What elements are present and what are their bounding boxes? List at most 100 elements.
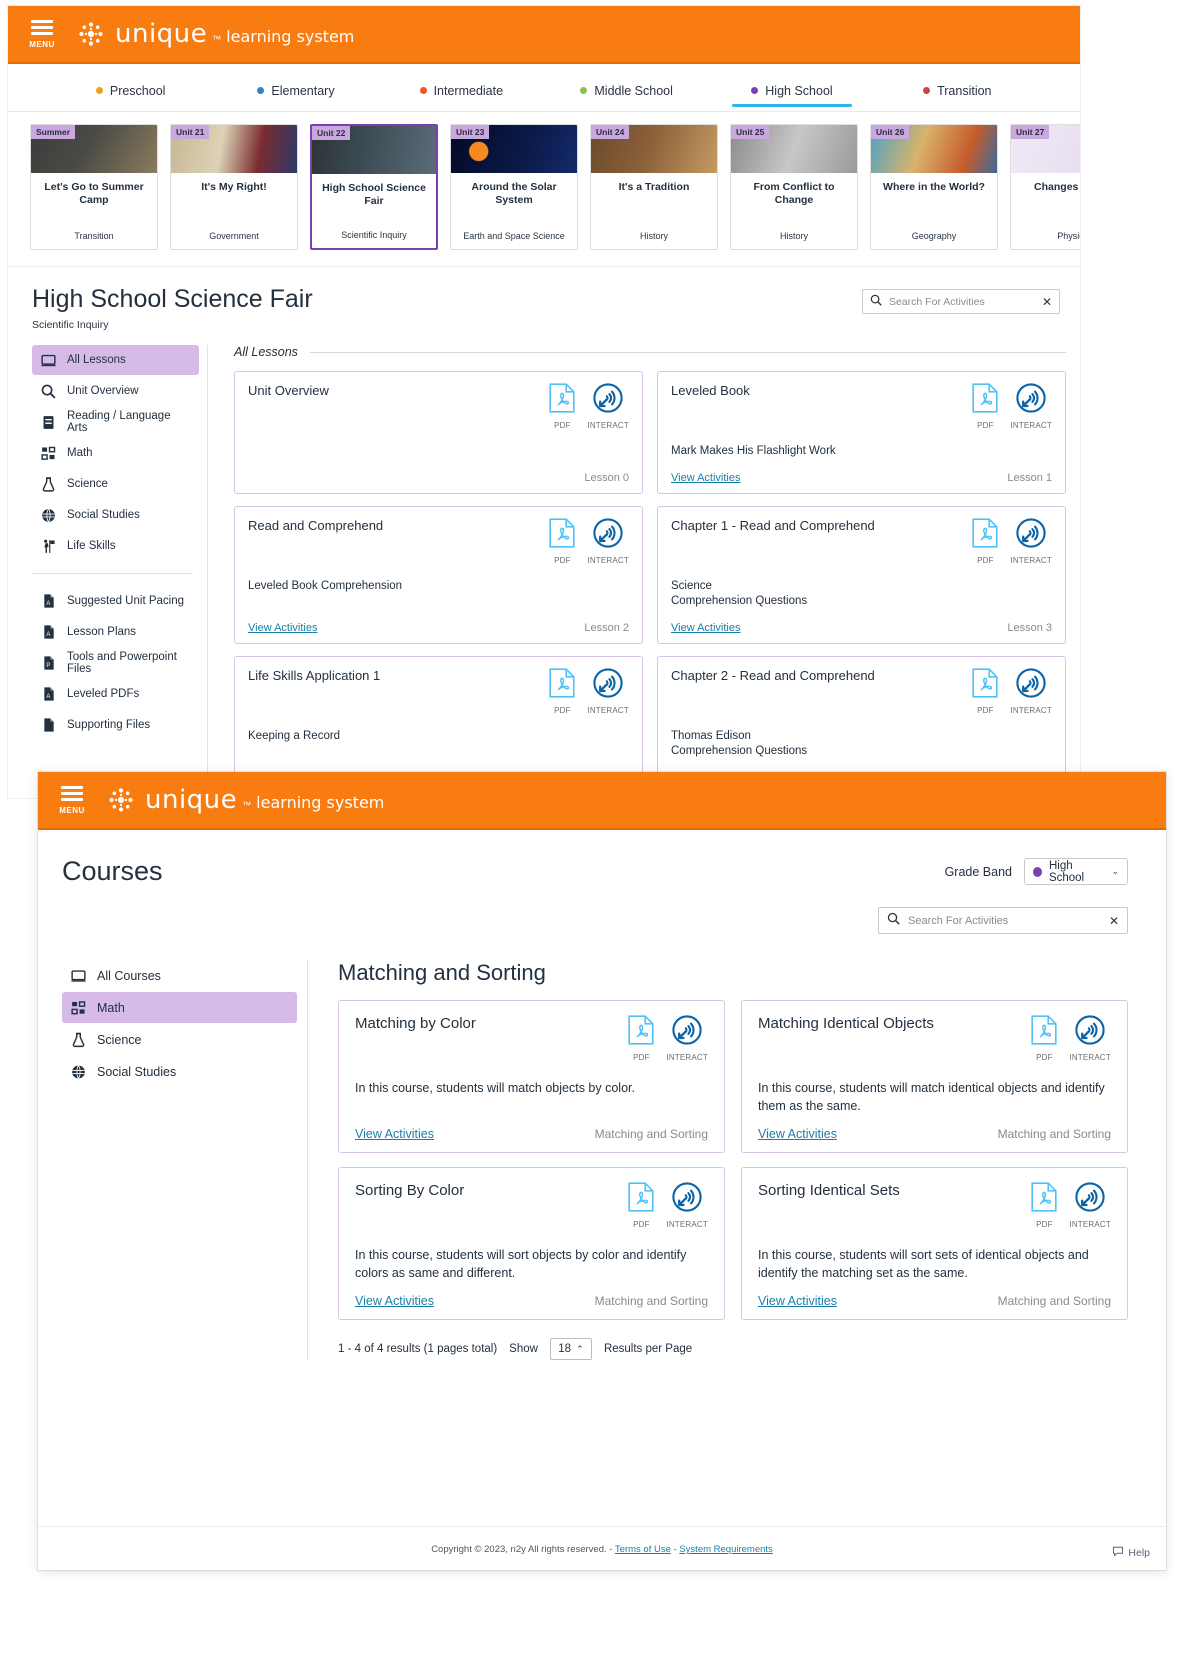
course-card[interactable]: Sorting By Color PDF INTERACT In this co… xyxy=(338,1167,725,1320)
snowflake-logo-icon xyxy=(106,785,136,815)
view-activities-link[interactable]: View Activities xyxy=(671,472,741,484)
lesson-card[interactable]: Read and Comprehend PDF INTERACT Leveled… xyxy=(234,505,643,644)
interact-button[interactable]: INTERACT xyxy=(666,1182,708,1229)
view-activities-link[interactable]: View Activities xyxy=(758,1127,837,1141)
grade-band-select[interactable]: High School ⌄ xyxy=(1024,858,1128,885)
interact-button[interactable]: INTERACT xyxy=(1010,383,1052,430)
lesson-actions: PDF INTERACT xyxy=(549,667,629,715)
grade-band-label: Grade Band xyxy=(944,864,1012,879)
interact-button[interactable]: INTERACT xyxy=(1010,517,1052,565)
sidebar-file-tools-and-powerpoint-files[interactable]: P Tools and Powerpoint Files xyxy=(32,648,199,678)
course-card[interactable]: Matching Identical Objects PDF INTERACT … xyxy=(741,1000,1128,1153)
courses-sidebar-item-all-courses[interactable]: All Courses xyxy=(62,960,297,991)
unit-title: Where in the World? xyxy=(883,181,985,193)
sidebar-item-label: Life Skills xyxy=(67,540,116,552)
svg-text:A: A xyxy=(46,632,50,638)
per-page-stepper[interactable]: 18 ⌃ xyxy=(549,1338,592,1360)
courses-sidebar-item-social-studies[interactable]: Social Studies xyxy=(62,1056,297,1087)
brand-logo[interactable]: unique ™ learning system xyxy=(76,19,354,49)
unit-card[interactable]: Unit 27 Changes to Sou Physical xyxy=(1010,124,1080,250)
sidebar-item-label: Math xyxy=(67,447,93,459)
sidebar-item-reading-language-arts[interactable]: Reading / Language Arts xyxy=(32,407,199,437)
sidebar-item-social-studies[interactable]: Social Studies xyxy=(32,500,199,530)
interact-button[interactable]: INTERACT xyxy=(666,1015,708,1062)
interact-label: INTERACT xyxy=(1010,555,1052,565)
pdf-button[interactable]: PDF xyxy=(972,667,998,715)
interact-button[interactable]: INTERACT xyxy=(1069,1015,1111,1062)
interact-button[interactable]: INTERACT xyxy=(1010,667,1052,715)
view-activities-link[interactable]: View Activities xyxy=(355,1294,434,1308)
unit-subject: Earth and Space Science xyxy=(463,231,565,241)
lesson-description: Mark Makes His Flashlight Work xyxy=(671,445,836,457)
sidebar-item-life-skills[interactable]: Life Skills xyxy=(32,531,199,561)
pdf-button[interactable]: PDF xyxy=(628,1015,654,1062)
interact-button[interactable]: INTERACT xyxy=(587,667,629,715)
unit-card[interactable]: Unit 25 From Conflict to Change History xyxy=(730,124,858,250)
sidebar-file-leveled-pdfs[interactable]: A Leveled PDFs xyxy=(32,679,199,709)
lesson-card[interactable]: Leveled Book PDF INTERACT Mark Makes His… xyxy=(657,371,1066,494)
grade-tab-elementary[interactable]: Elementary xyxy=(213,64,378,111)
course-card[interactable]: Sorting Identical Sets PDF INTERACT In t… xyxy=(741,1167,1128,1320)
brand-logo-2[interactable]: unique ™ learning system xyxy=(106,785,384,815)
terms-of-use-link[interactable]: Terms of Use xyxy=(615,1544,671,1555)
menu-button[interactable]: MENU xyxy=(16,19,68,49)
help-button[interactable]: Help xyxy=(1112,1545,1150,1560)
courses-sidebar-item-math[interactable]: Math xyxy=(62,992,297,1023)
pdf-button[interactable]: PDF xyxy=(628,1182,654,1229)
clear-search-icon[interactable]: ✕ xyxy=(1109,914,1119,928)
sidebar-item-math[interactable]: Math xyxy=(32,438,199,468)
lesson-card[interactable]: Life Skills Application 1 PDF INTERACT K… xyxy=(234,655,643,782)
lesson-card-grid: Unit Overview PDF INTERACT Lesson 0 Leve… xyxy=(234,371,1066,782)
lesson-card[interactable]: Unit Overview PDF INTERACT Lesson 0 xyxy=(234,371,643,494)
unit-card[interactable]: Unit 23 Around the Solar System Earth an… xyxy=(450,124,578,250)
clear-search-icon[interactable]: ✕ xyxy=(1042,295,1052,309)
search-bar[interactable]: ✕ xyxy=(862,289,1060,314)
pdf-button[interactable]: PDF xyxy=(1031,1015,1057,1062)
grade-tab-high-school[interactable]: High School xyxy=(709,64,874,111)
courses-search-input[interactable] xyxy=(908,914,1101,927)
unit-card[interactable]: Summer Let's Go to Summer Camp Transitio… xyxy=(30,124,158,250)
pdf-button[interactable]: PDF xyxy=(549,517,575,565)
courses-sidebar-item-science[interactable]: Science xyxy=(62,1024,297,1055)
course-card[interactable]: Matching by Color PDF INTERACT In this c… xyxy=(338,1000,725,1153)
grade-tab-label: Elementary xyxy=(271,83,335,98)
interact-button[interactable]: INTERACT xyxy=(587,517,629,565)
interact-label: INTERACT xyxy=(587,421,629,430)
grade-tab-preschool[interactable]: Preschool xyxy=(48,64,213,111)
unit-card[interactable]: Unit 26 Where in the World? Geography xyxy=(870,124,998,250)
grade-tab-intermediate[interactable]: Intermediate xyxy=(379,64,544,111)
unit-card[interactable]: Unit 22 High School Science Fair Scienti… xyxy=(310,124,438,250)
interact-button[interactable]: INTERACT xyxy=(1069,1182,1111,1229)
pdf-button[interactable]: PDF xyxy=(972,517,998,565)
interact-button[interactable]: INTERACT xyxy=(587,383,629,430)
lesson-card[interactable]: Chapter 2 - Read and Comprehend PDF INTE… xyxy=(657,655,1066,782)
view-activities-link[interactable]: View Activities xyxy=(758,1294,837,1308)
menu-button-2[interactable]: MENU xyxy=(46,785,98,815)
grade-tab-transition[interactable]: Transition xyxy=(875,64,1040,111)
sidebar-item-science[interactable]: Science xyxy=(32,469,199,499)
unit-carousel[interactable]: Summer Let's Go to Summer Camp Transitio… xyxy=(8,112,1080,267)
view-activities-link[interactable]: View Activities xyxy=(671,622,741,634)
pdf-button[interactable]: PDF xyxy=(1031,1182,1057,1229)
system-requirements-link[interactable]: System Requirements xyxy=(679,1544,772,1555)
courses-sidebar: All Courses Math Science Social Studies xyxy=(62,960,308,1360)
view-activities-link[interactable]: View Activities xyxy=(248,622,318,634)
interact-icon xyxy=(593,383,623,418)
pdf-button[interactable]: PDF xyxy=(972,383,998,430)
lesson-card[interactable]: Chapter 1 - Read and Comprehend PDF INTE… xyxy=(657,505,1066,644)
pdf-button[interactable]: PDF xyxy=(549,667,575,715)
unit-card[interactable]: Unit 21 It's My Right! Government xyxy=(170,124,298,250)
sidebar-item-unit-overview[interactable]: Unit Overview xyxy=(32,376,199,406)
sidebar-file-lesson-plans[interactable]: A Lesson Plans xyxy=(32,617,199,647)
unit-badge: Unit 22 xyxy=(312,126,351,140)
sidebar-item-all-lessons[interactable]: All Lessons xyxy=(32,345,199,375)
sidebar-file-suggested-unit-pacing[interactable]: A Suggested Unit Pacing xyxy=(32,586,199,616)
pdf-button[interactable]: PDF xyxy=(549,383,575,430)
footer-copyright: Copyright © 2023, n2y All rights reserve… xyxy=(431,1544,613,1555)
search-input[interactable] xyxy=(889,295,1035,308)
unit-card[interactable]: Unit 24 It's a Tradition History xyxy=(590,124,718,250)
grade-tab-middle-school[interactable]: Middle School xyxy=(544,64,709,111)
courses-search-bar[interactable]: ✕ xyxy=(878,907,1128,934)
view-activities-link[interactable]: View Activities xyxy=(355,1127,434,1141)
sidebar-file-supporting-files[interactable]: Supporting Files xyxy=(32,710,199,740)
